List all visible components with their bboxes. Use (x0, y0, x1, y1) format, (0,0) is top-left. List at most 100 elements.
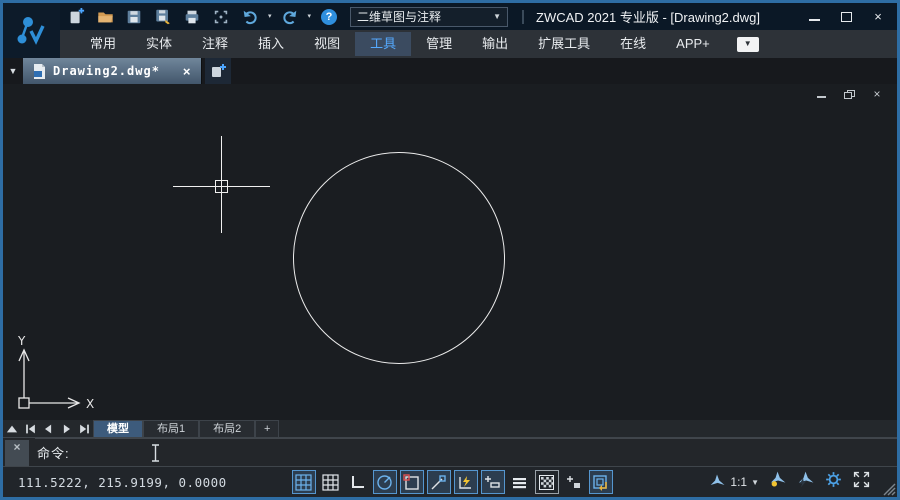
new-file-button[interactable] (65, 7, 87, 27)
redo-button[interactable] (279, 7, 301, 27)
transparency-icon (538, 474, 555, 491)
ribbon-tab-annotate[interactable]: 注释 (187, 32, 243, 56)
last-layout-button[interactable] (75, 420, 93, 437)
layout-tab-bar: 模型 布局1 布局2 + (3, 420, 897, 437)
undo-icon (241, 8, 259, 26)
ribbon-tab-home[interactable]: 常用 (75, 32, 131, 56)
ribbon-tab-tools[interactable]: 工具 (355, 32, 411, 56)
ucs-icon: Y X (8, 334, 103, 416)
annotation-sync-toggle[interactable] (589, 470, 613, 494)
coordinates-readout: 111.5222, 215.9199, 0.0000 (18, 475, 227, 490)
lineweight-toggle[interactable] (481, 470, 505, 494)
print-icon (183, 8, 201, 26)
ribbon-tab-app-plus[interactable]: APP+ (661, 32, 725, 56)
lineweight-icon (484, 474, 501, 491)
new-document-tab-button[interactable] (205, 58, 231, 84)
maximize-button[interactable] (833, 8, 859, 26)
save-as-button[interactable] (152, 7, 174, 27)
layout-tab-layout2[interactable]: 布局2 (199, 420, 255, 437)
save-button[interactable] (123, 7, 145, 27)
chevron-down-icon: ▼ (493, 12, 501, 21)
object-snap-tracking-toggle[interactable] (427, 470, 451, 494)
object-snap-toggle[interactable] (400, 470, 424, 494)
ucs-y-label: Y (17, 334, 26, 348)
redo-icon (281, 8, 299, 26)
status-right-cluster: 1:1 ▼ (708, 470, 871, 494)
fullscreen-button[interactable] (852, 470, 871, 494)
document-tab-close-icon[interactable]: × (183, 64, 191, 79)
first-icon (23, 422, 38, 436)
ribbon-tab-bar: 常用 实体 注释 插入 视图 工具 管理 输出 扩展工具 在线 APP+ ▼ (3, 30, 897, 58)
circle-entity[interactable] (293, 152, 505, 364)
gear-icon (824, 470, 843, 489)
ribbon-collapse-button[interactable]: ▼ (737, 37, 759, 52)
help-button[interactable]: ? (318, 7, 340, 27)
lineweight-display-toggle[interactable] (508, 470, 532, 494)
help-icon: ? (321, 9, 337, 25)
command-panel: × 命令: (3, 437, 897, 467)
minimize-button[interactable] (801, 8, 827, 26)
command-input[interactable]: 命令: (35, 438, 897, 466)
ortho-icon (349, 474, 366, 491)
ortho-toggle[interactable] (346, 470, 370, 494)
object-snap-tracking-icon (430, 474, 447, 491)
plot-preview-button[interactable] (210, 7, 232, 27)
last-icon (77, 422, 92, 436)
layout-menu-button[interactable] (3, 420, 21, 437)
command-close-button[interactable]: × (5, 440, 29, 466)
auto-annotation-scale-button[interactable] (796, 470, 815, 494)
mdi-close-button[interactable]: × (869, 87, 885, 101)
open-file-button[interactable] (94, 7, 116, 27)
mdi-window-controls: × (813, 87, 885, 101)
previous-layout-button[interactable] (39, 420, 57, 437)
resize-grip[interactable] (880, 480, 896, 496)
undo-button[interactable] (239, 7, 261, 27)
chevron-down-icon: ▼ (751, 478, 759, 487)
snap-toggle[interactable] (319, 470, 343, 494)
print-button[interactable] (181, 7, 203, 27)
dynamic-input-icon (457, 474, 474, 491)
ribbon-tab-view[interactable]: 视图 (299, 32, 355, 56)
mdi-restore-button[interactable] (841, 87, 857, 101)
dynamic-input-toggle[interactable] (454, 470, 478, 494)
add-layout-button[interactable]: + (255, 420, 279, 437)
annotation-visibility-button[interactable] (768, 470, 787, 494)
first-layout-button[interactable] (21, 420, 39, 437)
grid-icon (295, 474, 312, 491)
title-bar: ▾ ▾ ? 二维草图与注释 ▼ ZWCAD 2021 专业版 - [Drawin… (3, 3, 897, 30)
ribbon-tab-express[interactable]: 扩展工具 (523, 32, 605, 56)
settings-button[interactable] (824, 470, 843, 494)
annotation-scale-selector[interactable]: 1:1 ▼ (708, 473, 759, 491)
undo-dropdown[interactable]: ▾ (268, 7, 272, 27)
mdi-minimize-button[interactable] (813, 87, 829, 101)
next-layout-button[interactable] (57, 420, 75, 437)
polar-tracking-toggle[interactable] (373, 470, 397, 494)
layout-tab-model[interactable]: 模型 (93, 420, 143, 437)
mdi-minimize-icon (817, 96, 826, 98)
layout-tab-layout1[interactable]: 布局1 (143, 420, 199, 437)
ribbon-tab-manage[interactable]: 管理 (411, 32, 467, 56)
workspace-selector[interactable]: 二维草图与注释 ▼ (350, 7, 508, 27)
save-icon (125, 8, 143, 26)
ribbon-tab-output[interactable]: 输出 (467, 32, 523, 56)
close-button[interactable]: × (865, 8, 891, 26)
ribbon-tab-solid[interactable]: 实体 (131, 32, 187, 56)
dwg-file-icon (33, 64, 46, 79)
zwcad-logo[interactable] (3, 3, 60, 58)
window-controls: × (801, 8, 897, 26)
polar-tracking-icon (376, 474, 393, 491)
document-list-button[interactable]: ▼ (3, 58, 23, 84)
document-tab-drawing2[interactable]: Drawing2.dwg* × (23, 58, 202, 84)
annotation-sync-icon (592, 474, 609, 491)
redo-dropdown[interactable]: ▾ (308, 7, 312, 27)
mdi-restore-icon (844, 90, 854, 99)
grid-toggle[interactable] (292, 470, 316, 494)
transparency-toggle[interactable] (535, 470, 559, 494)
ribbon-tab-online[interactable]: 在线 (605, 32, 661, 56)
auto-annotation-scale-icon (796, 470, 815, 489)
ribbon-tab-insert[interactable]: 插入 (243, 32, 299, 56)
minimize-icon (809, 19, 820, 21)
ucs-x-label: X (86, 397, 94, 411)
drawing-canvas[interactable]: × Y X (3, 84, 897, 420)
annotation-objects-toggle[interactable] (562, 470, 586, 494)
